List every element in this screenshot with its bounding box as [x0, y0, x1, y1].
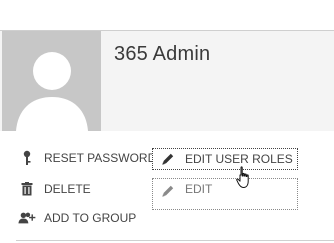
reset-password-button[interactable]: RESET PASSWORD	[18, 148, 156, 168]
avatar	[2, 31, 101, 131]
delete-label: DELETE	[44, 182, 91, 196]
add-to-group-button[interactable]: ADD TO GROUP	[18, 208, 136, 228]
delete-button[interactable]: DELETE	[18, 179, 91, 199]
trash-icon	[18, 180, 36, 198]
reset-password-label: RESET PASSWORD	[44, 151, 157, 165]
edit-label: EDIT	[185, 182, 213, 196]
user-display-name: 365 Admin	[114, 43, 211, 65]
add-people-icon	[18, 209, 36, 227]
edit-user-roles-label: EDIT USER ROLES	[185, 152, 293, 166]
add-to-group-label: ADD TO GROUP	[44, 211, 137, 225]
pencil-icon	[159, 150, 177, 168]
edit-user-roles-button[interactable]: EDIT USER ROLES	[152, 148, 298, 170]
key-icon	[18, 149, 36, 167]
edit-button[interactable]: EDIT	[152, 178, 298, 210]
user-header: 365 Admin	[0, 31, 334, 131]
user-detail-panel: 365 Admin RESET PASSWORD DELETE ADD TO G…	[0, 0, 334, 243]
pencil-icon	[159, 182, 177, 200]
person-silhouette-icon	[2, 31, 101, 131]
panel-bottom-divider	[16, 240, 334, 241]
